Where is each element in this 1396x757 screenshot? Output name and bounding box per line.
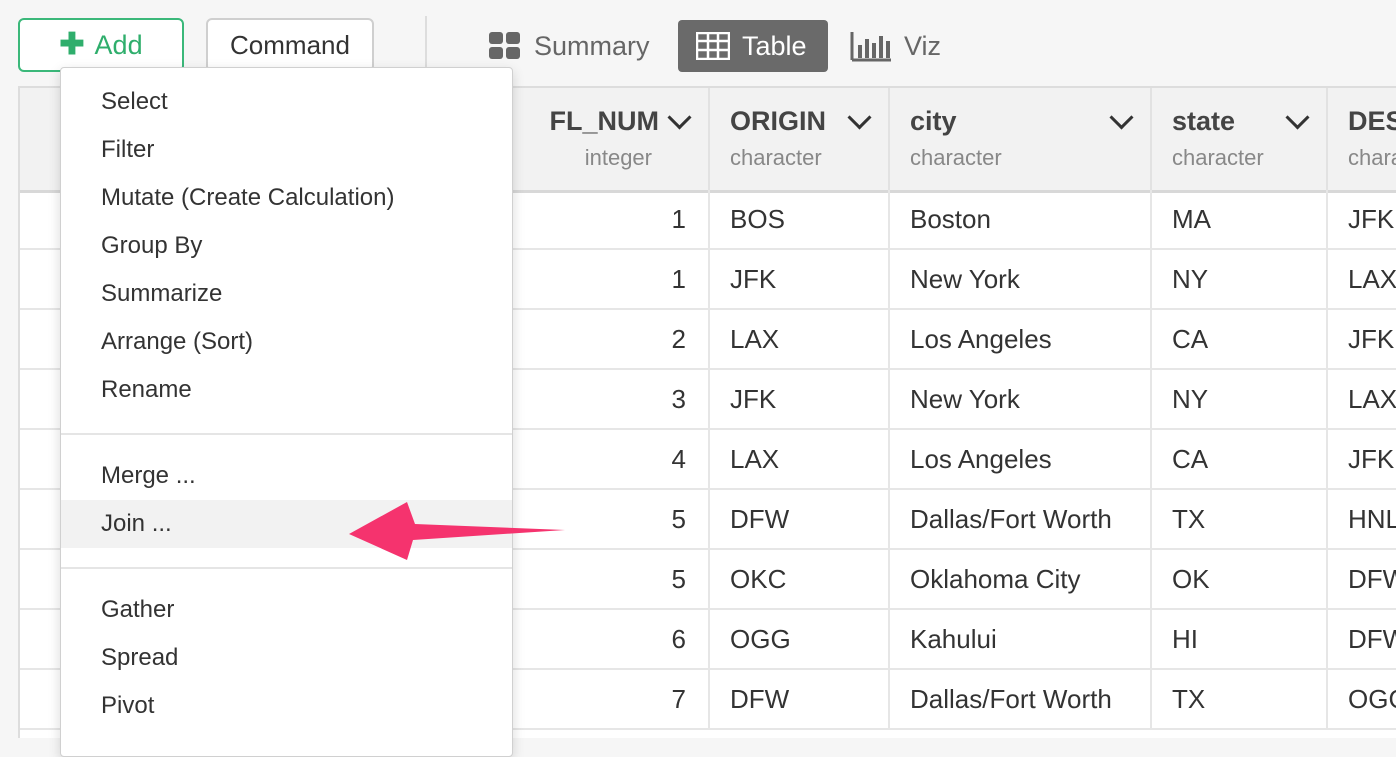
column-header-origin[interactable]: ORIGIN character [710, 88, 890, 190]
menu-item-summarize[interactable]: Summarize [61, 270, 512, 318]
table-cell[interactable]: JFK [1328, 430, 1396, 488]
menu-item-filter[interactable]: Filter [61, 126, 512, 174]
table-cell[interactable]: 2 [510, 310, 710, 368]
column-name: ORIGIN [730, 106, 827, 136]
table-cell[interactable]: New York [890, 250, 1152, 308]
table-cell[interactable]: DFW [710, 490, 890, 548]
table-cell[interactable]: 1 [510, 250, 710, 308]
table-cell[interactable]: BOS [710, 190, 890, 248]
column-header-fl-num[interactable]: FL_NUM integer [510, 88, 710, 190]
table-cell[interactable]: CA [1152, 430, 1328, 488]
table-cell[interactable]: NY [1152, 250, 1328, 308]
table-cell[interactable]: CA [1152, 310, 1328, 368]
column-type: character [1172, 145, 1264, 170]
add-dropdown-menu: Select Filter Mutate (Create Calculation… [60, 67, 513, 757]
table-cell[interactable]: LAX [1328, 250, 1396, 308]
table-cell[interactable]: NY [1152, 370, 1328, 428]
table-cell[interactable]: JFK [710, 370, 890, 428]
table-cell[interactable]: HI [1152, 610, 1328, 668]
tab-summary[interactable]: Summary [470, 20, 668, 72]
menu-item-pivot[interactable]: Pivot [61, 682, 512, 730]
chevron-down-icon[interactable] [1109, 105, 1134, 130]
table-cell[interactable]: JFK [1328, 310, 1396, 368]
table-cell[interactable]: New York [890, 370, 1152, 428]
tab-viz[interactable]: Viz [832, 20, 959, 72]
column-name: city [910, 106, 957, 136]
menu-item-merge[interactable]: Merge ... [61, 452, 512, 500]
table-cell[interactable]: LAX [710, 310, 890, 368]
menu-item-gather[interactable]: Gather [61, 586, 512, 634]
table-cell[interactable]: 7 [510, 670, 710, 728]
table-cell[interactable]: JFK [710, 250, 890, 308]
table-cell[interactable]: OK [1152, 550, 1328, 608]
column-type: character [910, 145, 1002, 170]
table-cell[interactable]: LAX [1328, 370, 1396, 428]
table-cell[interactable]: Dallas/Fort Worth [890, 490, 1152, 548]
table-cell[interactable]: LAX [710, 430, 890, 488]
table-cell[interactable]: Dallas/Fort Worth [890, 670, 1152, 728]
tab-table[interactable]: Table [678, 20, 828, 72]
table-cell[interactable]: 3 [510, 370, 710, 428]
tab-summary-label: Summary [534, 30, 650, 61]
table-cell[interactable]: 4 [510, 430, 710, 488]
column-type: integer [584, 145, 652, 170]
bar-chart-icon [850, 32, 891, 62]
table-cell[interactable]: Los Angeles [890, 430, 1152, 488]
column-name: DES [1348, 106, 1396, 136]
toolbar-divider [425, 16, 427, 72]
menu-item-group-by[interactable]: Group By [61, 222, 512, 270]
table-cell[interactable]: HNL [1328, 490, 1396, 548]
table-cell[interactable]: DFW [1328, 550, 1396, 608]
menu-divider [61, 567, 512, 569]
chevron-down-icon[interactable] [1285, 105, 1310, 130]
column-header-state[interactable]: state character [1152, 88, 1328, 190]
plus-icon: ✚ [59, 28, 85, 61]
add-button-label: Add [94, 29, 143, 60]
table-cell[interactable]: OKC [710, 550, 890, 608]
column-header-dest[interactable]: DES chara [1328, 88, 1396, 190]
command-button-label: Command [230, 29, 350, 60]
menu-item-rename[interactable]: Rename [61, 366, 512, 414]
command-button[interactable]: Command [206, 18, 374, 72]
table-cell[interactable]: TX [1152, 490, 1328, 548]
column-type: chara [1348, 145, 1396, 170]
chevron-down-icon[interactable] [847, 105, 872, 130]
pointer-arrow-icon [349, 502, 565, 560]
table-cell[interactable]: OGG [1328, 670, 1396, 728]
column-name: state [1172, 106, 1236, 136]
table-cell[interactable]: DFW [710, 670, 890, 728]
menu-divider [61, 433, 512, 435]
column-header-city[interactable]: city character [890, 88, 1152, 190]
table-cell[interactable]: Oklahoma City [890, 550, 1152, 608]
chevron-down-icon[interactable] [667, 105, 692, 130]
table-cell[interactable]: Boston [890, 190, 1152, 248]
column-name: FL_NUM [549, 106, 660, 136]
table-cell[interactable]: JFK [1328, 190, 1396, 248]
table-cell[interactable]: Kahului [890, 610, 1152, 668]
table-cell[interactable]: Los Angeles [890, 310, 1152, 368]
menu-item-mutate[interactable]: Mutate (Create Calculation) [61, 174, 512, 222]
table-cell[interactable]: TX [1152, 670, 1328, 728]
tab-table-label: Table [742, 30, 807, 61]
table-cell[interactable]: OGG [710, 610, 890, 668]
menu-item-select[interactable]: Select [61, 78, 512, 126]
add-button[interactable]: ✚ Add [18, 18, 184, 72]
table-cell[interactable]: 6 [510, 610, 710, 668]
table-cell[interactable]: MA [1152, 190, 1328, 248]
table-cell[interactable]: 1 [510, 190, 710, 248]
menu-item-arrange[interactable]: Arrange (Sort) [61, 318, 512, 366]
column-type: character [730, 145, 822, 170]
tab-viz-label: Viz [904, 30, 942, 61]
table-cell[interactable]: DFW [1328, 610, 1396, 668]
grid-icon [489, 32, 520, 59]
menu-item-spread[interactable]: Spread [61, 634, 512, 682]
table-icon [696, 32, 730, 60]
